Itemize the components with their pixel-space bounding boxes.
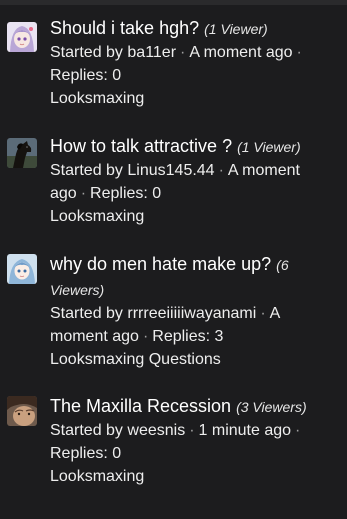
forum-link[interactable]: Looksmaxing xyxy=(50,465,340,488)
forum-link[interactable]: Looksmaxing xyxy=(50,205,340,228)
thread-title-link[interactable]: Should i take hgh? xyxy=(50,18,199,38)
anime-girl-blue-avatar-icon xyxy=(7,254,37,284)
thread-content: The Maxilla Recession (3 Viewers) Starte… xyxy=(50,394,340,488)
author-link[interactable]: ba11er xyxy=(127,44,176,61)
thread-meta: Started by weesnis · 1 minute ago · Replies… xyxy=(50,419,340,465)
timestamp-link[interactable]: 1 minute ago xyxy=(199,422,292,439)
author-link[interactable]: rrrreeiiiiiwayanami xyxy=(127,305,256,322)
started-by-label: Started by xyxy=(50,422,123,439)
viewer-count: (1 Viewer) xyxy=(237,139,301,155)
avatar[interactable] xyxy=(7,254,37,284)
separator: · xyxy=(142,328,149,345)
thread-title-link[interactable]: How to talk attractive ? xyxy=(50,136,232,156)
viewer-count: (1 Viewer) xyxy=(204,21,268,37)
separator: · xyxy=(295,422,301,439)
thread-title-line: why do men hate make up? (6 Viewers) xyxy=(50,252,340,302)
thread-title-line: Should i take hgh? (1 Viewer) xyxy=(50,16,340,41)
separator: · xyxy=(180,44,186,61)
reply-count: Replies: 0 xyxy=(50,445,122,462)
avatar[interactable] xyxy=(7,22,37,52)
timestamp-link[interactable]: A moment ago xyxy=(189,44,292,61)
started-by-label: Started by xyxy=(50,162,123,179)
top-border xyxy=(0,0,347,5)
anime-girl-avatar-icon xyxy=(7,22,37,52)
face-avatar-icon xyxy=(7,396,37,426)
author-link[interactable]: weesnis xyxy=(127,422,185,439)
forum-link[interactable]: Looksmaxing xyxy=(50,87,340,110)
thread-content: Should i take hgh? (1 Viewer) Started by… xyxy=(50,16,340,110)
reply-count: Replies: 0 xyxy=(90,185,162,202)
viewer-count: (3 Viewers) xyxy=(236,399,307,415)
thread-meta: Started by rrrreeiiiiiwayanami · A moment … xyxy=(50,302,340,348)
thread-title-line: How to talk attractive ? (1 Viewer) xyxy=(50,134,340,159)
reply-count: Replies: 0 xyxy=(50,67,122,84)
started-by-label: Started by xyxy=(50,44,123,61)
separator: · xyxy=(80,185,87,202)
thread-title-line: The Maxilla Recession (3 Viewers) xyxy=(50,394,340,419)
forum-link[interactable]: Looksmaxing Questions xyxy=(50,348,340,371)
separator: · xyxy=(296,44,302,61)
thread-content: why do men hate make up? (6 Viewers) Sta… xyxy=(50,252,340,371)
thread-meta: Started by ba11er · A moment ago · Replies:… xyxy=(50,41,340,87)
separator: · xyxy=(189,422,195,439)
reply-count: Replies: 3 xyxy=(152,328,224,345)
thread-meta: Started by Linus145.44 · A moment ago · Repl… xyxy=(50,159,340,205)
started-by-label: Started by xyxy=(50,305,123,322)
thread-title-link[interactable]: why do men hate make up? xyxy=(50,254,271,274)
separator: · xyxy=(218,162,224,179)
separator: · xyxy=(260,305,266,322)
avatar[interactable] xyxy=(7,138,37,168)
author-link[interactable]: Linus145.44 xyxy=(127,162,214,179)
thread-content: How to talk attractive ? (1 Viewer) Star… xyxy=(50,134,340,228)
thread-title-link[interactable]: The Maxilla Recession xyxy=(50,396,231,416)
avatar[interactable] xyxy=(7,396,37,426)
horse-avatar-icon xyxy=(7,138,37,168)
